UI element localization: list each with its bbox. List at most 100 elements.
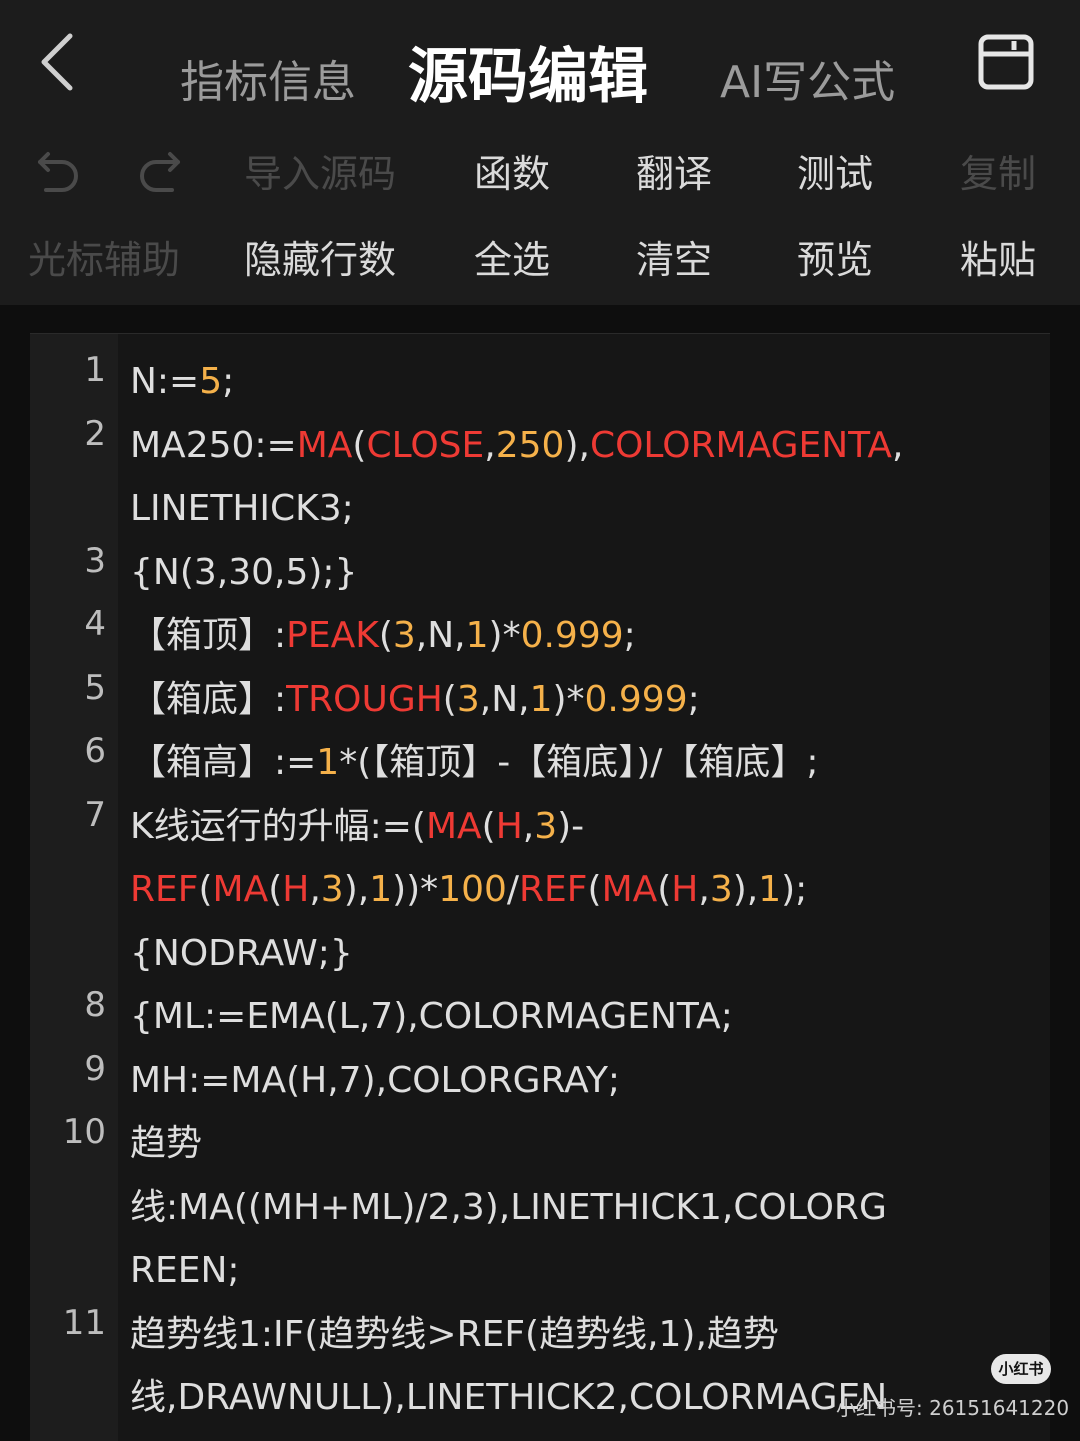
- preview-button[interactable]: 预览: [797, 220, 873, 300]
- redo-icon: [140, 152, 180, 192]
- undo-icon: [38, 152, 78, 192]
- code-token: )-: [557, 805, 585, 847]
- code-number-token: 3: [534, 805, 558, 847]
- code-token: K线运行的升幅:=(: [130, 805, 426, 847]
- code-token: 【箱高】:=: [130, 742, 317, 783]
- code-function-token: PEAK: [286, 615, 379, 656]
- code-number-token: 5: [199, 361, 223, 402]
- code-line[interactable]: 4 【箱顶】:PEAK(3,N,1)*0.999;: [30, 604, 1050, 668]
- code-text: 【箱顶】:PEAK(3,N,1)*0.999;: [30, 604, 1050, 668]
- code-function-token: MA: [425, 805, 482, 847]
- code-token: );: [781, 869, 808, 910]
- line-number: 6: [84, 731, 106, 771]
- function-button[interactable]: 函数: [474, 134, 550, 214]
- code-token: REEN;: [130, 1250, 240, 1291]
- hide-line-numbers-button[interactable]: 隐藏行数: [244, 220, 396, 300]
- back-button[interactable]: [30, 28, 90, 98]
- code-token: (: [378, 615, 393, 656]
- line-number: 10: [62, 1112, 106, 1152]
- code-token: ),: [564, 424, 590, 466]
- code-function-token: COLORMAGENTA: [589, 424, 892, 466]
- toolbar-row-2: 光标辅助 隐藏行数 全选 清空 预览 粘贴: [0, 220, 1080, 300]
- code-number-token: 0.999: [584, 678, 688, 720]
- redo-button[interactable]: [134, 146, 190, 202]
- header: 指标信息 源码编辑 AI写公式: [0, 0, 1080, 130]
- code-token: LINETHICK3;: [130, 488, 354, 529]
- code-token: ,N,: [479, 678, 530, 720]
- code-number-token: 100: [438, 869, 507, 910]
- chevron-left-icon: [41, 33, 73, 91]
- code-text: {ML:=EMA(L,7),COLORMAGENTA;: [30, 985, 1050, 1049]
- code-number-token: 1: [529, 678, 553, 720]
- code-line[interactable]: 10 趋势线:MA((MH+ML)/2,3),LINETHICK1,COLORG R…: [30, 1112, 1050, 1303]
- line-number: 7: [84, 794, 106, 835]
- code-area[interactable]: 1 N:=5; 2 MA250:=MA(CLOSE,250),COLORMAGENTA…: [30, 350, 1050, 1430]
- code-token: 趋势线1:IF(趋势线>REF(趋势线,1),趋势: [130, 1313, 779, 1355]
- code-token: (: [442, 678, 457, 720]
- code-number-token: 250: [495, 424, 565, 466]
- test-button[interactable]: 测试: [797, 134, 873, 214]
- code-text: LINETHICK3;: [30, 477, 1050, 541]
- code-token: 线:MA((MH+ML)/2,3),LINETHICK1,COLORG: [130, 1186, 887, 1228]
- watermark-text: 小红书号: 26151641220: [836, 1396, 1070, 1420]
- code-line[interactable]: 2 MA250:=MA(CLOSE,250),COLORMAGENTA, LINET…: [30, 414, 1050, 541]
- code-line[interactable]: 8 {ML:=EMA(L,7),COLORMAGENTA;: [30, 985, 1050, 1049]
- code-text: 趋势: [30, 1112, 1050, 1176]
- copy-button[interactable]: 复制: [960, 134, 1036, 214]
- code-number-token: 3: [456, 678, 480, 720]
- code-token: ;: [222, 361, 235, 402]
- code-line[interactable]: 1 N:=5;: [30, 350, 1050, 414]
- code-text: 【箱高】:=1*(【箱顶】-【箱底】)/【箱底】;: [30, 731, 1050, 795]
- code-token: )*: [552, 678, 585, 720]
- code-line[interactable]: 5 【箱底】:TROUGH(3,N,1)*0.999;: [30, 668, 1050, 732]
- code-text: {NODRAW;}: [30, 922, 1050, 986]
- code-function-token: TROUGH: [286, 678, 443, 720]
- code-text: {N(3,30,5);}: [30, 541, 1050, 605]
- save-icon: [978, 34, 1034, 90]
- tab-ai-formula[interactable]: AI写公式: [720, 46, 895, 110]
- code-line[interactable]: 9 MH:=MA(H,7),COLORGRAY;: [30, 1049, 1050, 1113]
- import-source-button[interactable]: 导入源码: [244, 134, 396, 214]
- code-token: 【箱顶】:: [130, 615, 287, 656]
- code-token: {NODRAW;}: [130, 932, 353, 974]
- code-text: REF(MA(H,3),1))*100/REF(MA(H,3),1);: [30, 858, 1050, 922]
- code-line[interactable]: 6 【箱高】:=1*(【箱顶】-【箱底】)/【箱底】;: [30, 731, 1050, 795]
- code-token: /: [506, 869, 520, 910]
- paste-button[interactable]: 粘贴: [960, 220, 1036, 300]
- cursor-assist-button[interactable]: 光标辅助: [28, 220, 180, 300]
- translate-button[interactable]: 翻译: [636, 134, 712, 214]
- code-token: MH:=MA(H,7),COLORGRAY;: [130, 1059, 621, 1101]
- code-token: ,: [892, 424, 904, 466]
- line-number: 1: [84, 350, 106, 390]
- code-number-token: 3: [709, 869, 733, 910]
- code-token: (: [352, 424, 367, 466]
- tab-source-edit[interactable]: 源码编辑: [408, 28, 648, 115]
- code-token: ,: [309, 869, 321, 910]
- code-token: ;: [623, 615, 636, 656]
- code-number-token: 3: [392, 615, 416, 656]
- code-token: (: [268, 869, 283, 910]
- code-token: {ML:=EMA(L,7),COLORMAGENTA;: [130, 996, 733, 1037]
- code-number-token: 0.999: [520, 615, 624, 656]
- code-number-token: 1: [758, 869, 782, 910]
- code-token: {N(3,30,5);}: [130, 551, 358, 593]
- code-function-token: MA: [212, 869, 269, 910]
- select-all-button[interactable]: 全选: [474, 220, 550, 300]
- code-number-token: 1: [465, 615, 489, 656]
- code-token: ),: [732, 869, 759, 910]
- code-function-token: CLOSE: [366, 424, 485, 466]
- clear-button[interactable]: 清空: [636, 220, 712, 300]
- code-token: ,: [484, 424, 496, 466]
- code-line[interactable]: 7 K线运行的升幅:=(MA(H,3)- REF(MA(H,3),1))*100/R…: [30, 795, 1050, 986]
- code-token: ))*: [392, 869, 439, 910]
- code-text: MA250:=MA(CLOSE,250),COLORMAGENTA,: [30, 414, 1050, 478]
- code-editor[interactable]: 1 N:=5; 2 MA250:=MA(CLOSE,250),COLORMAGENTA…: [30, 333, 1050, 1441]
- code-function-token: H: [282, 869, 310, 910]
- save-button[interactable]: [976, 32, 1036, 92]
- undo-button[interactable]: [28, 146, 84, 202]
- tab-indicator-info[interactable]: 指标信息: [180, 46, 356, 110]
- code-token: ,N,: [415, 615, 466, 656]
- code-token: ,: [698, 869, 710, 910]
- code-line[interactable]: 3 {N(3,30,5);}: [30, 541, 1050, 605]
- code-text: N:=5;: [30, 350, 1050, 414]
